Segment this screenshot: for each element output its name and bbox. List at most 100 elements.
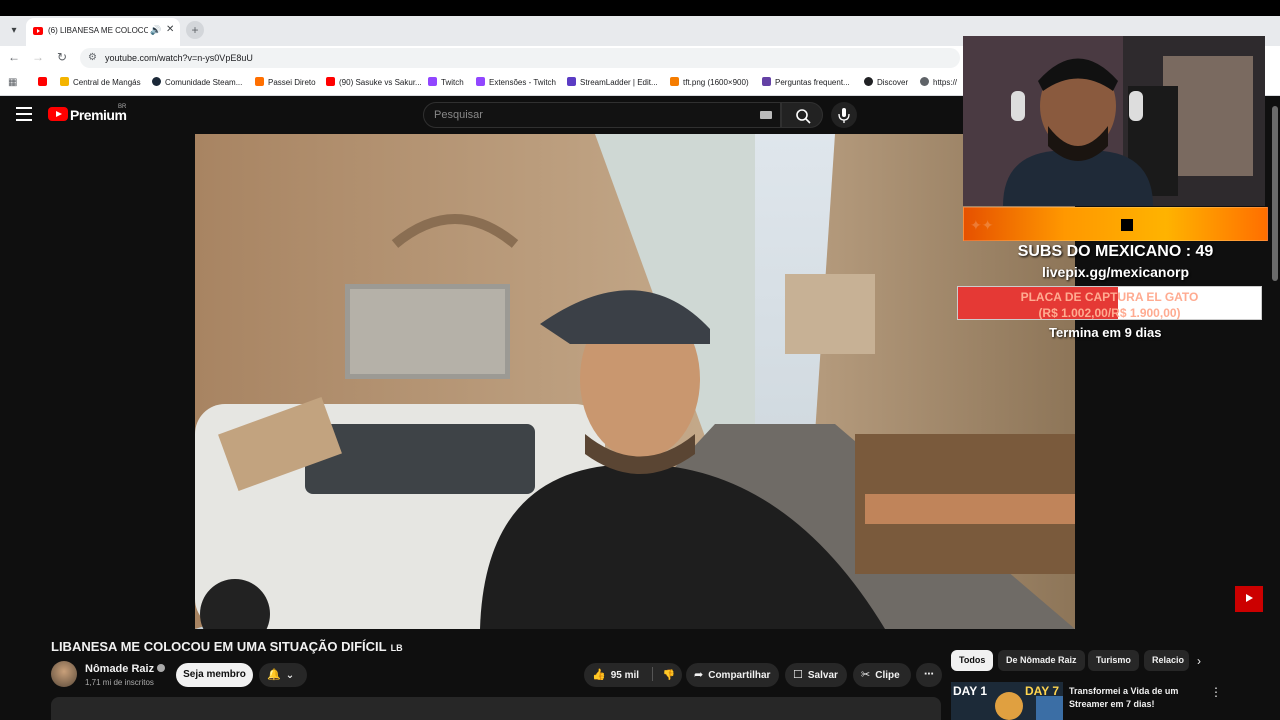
new-tab-button[interactable]: +: [186, 21, 204, 39]
video-frame-image: [195, 134, 1075, 629]
recommendation-thumbnail[interactable]: DAY 1 DAY 7: [951, 682, 1063, 720]
more-horizontal-icon: ⋯: [924, 669, 934, 680]
chip-turismo[interactable]: Turismo: [1088, 650, 1139, 671]
bookmark-label: StreamLadder | Edit...: [580, 78, 658, 87]
bookmark-item[interactable]: Central de Mangás: [60, 77, 141, 87]
search-placeholder: Pesquisar: [434, 109, 483, 121]
twitch-icon: [428, 77, 437, 86]
bookmark-label: tft.png (1600×900): [683, 78, 749, 87]
bookmark-label: Perguntas frequent...: [775, 78, 850, 87]
passei-direto-icon: [255, 77, 264, 86]
clip-button[interactable]: ✂ Clipe: [853, 663, 911, 687]
save-label: Salvar: [807, 670, 838, 681]
discover-icon: [864, 77, 873, 86]
search-input[interactable]: Pesquisar: [423, 102, 781, 128]
twitch-icon: [762, 77, 771, 86]
youtube-favicon-icon: [33, 27, 43, 35]
thumbs-down-icon[interactable]: 👎: [663, 670, 675, 681]
save-button[interactable]: ☐ Salvar: [785, 663, 847, 687]
channel-avatar[interactable]: [51, 661, 77, 687]
subs-counter: SUBS DO MEXICANO : 49: [1017, 243, 1214, 260]
bookmark-label: Twitch: [441, 78, 464, 87]
like-dislike-group: 👍 95 mil 👎: [584, 663, 682, 687]
image-file-icon: [670, 77, 679, 86]
thumbs-up-icon[interactable]: 👍: [592, 663, 606, 687]
menu-icon[interactable]: [16, 107, 32, 121]
twitch-icon: [476, 77, 485, 86]
chip-channel[interactable]: De Nômade Raiz: [998, 650, 1085, 671]
bell-icon: 🔔: [267, 669, 281, 681]
youtube-icon: [326, 77, 335, 86]
forward-arrow-icon[interactable]: →: [30, 50, 46, 64]
omnibox[interactable]: ⚙ youtube.com/watch?v=n-ys0VpE8uU: [80, 48, 960, 68]
bookmark-item[interactable]: Passei Direto: [255, 77, 316, 87]
chip-relacionados[interactable]: Relacio: [1144, 650, 1189, 671]
channel-name-text[interactable]: Nômade Raiz: [85, 663, 154, 675]
bookmark-item[interactable]: Twitch: [428, 77, 464, 87]
tab-title: (6) LIBANESA ME COLOCOU EM UMA SITUAÇÃO …: [48, 26, 148, 35]
browser-tab[interactable]: (6) LIBANESA ME COLOCOU EM UMA SITUAÇÃO …: [26, 18, 180, 46]
join-button[interactable]: Seja membro: [176, 663, 253, 687]
region-label: BR: [118, 104, 127, 110]
bookmark-item[interactable]: Perguntas frequent...: [762, 77, 850, 87]
stream-alert-banner: ✦✦: [963, 207, 1268, 241]
microphone-icon: [838, 108, 850, 123]
bookmark-item[interactable]: (90) Sasuke vs Sakur...: [326, 77, 422, 87]
bookmark-label: Passei Direto: [268, 78, 316, 87]
bookmark-item[interactable]: Extensões - Twitch: [476, 77, 556, 87]
divider: [651, 667, 653, 681]
chip-todos[interactable]: Todos: [951, 650, 994, 671]
like-count[interactable]: 95 mil: [611, 670, 639, 681]
reload-icon[interactable]: ↻: [54, 50, 70, 64]
clip-label: Clipe: [875, 670, 900, 681]
url-text[interactable]: youtube.com/watch?v=n-ys0VpE8uU: [105, 53, 253, 63]
voice-search-button[interactable]: [831, 102, 857, 128]
search-button[interactable]: [781, 102, 823, 128]
notifications-button[interactable]: 🔔 ⌄: [259, 663, 307, 687]
thumbnail-text-left: DAY 1: [953, 684, 988, 698]
keyboard-icon[interactable]: [760, 111, 772, 119]
site-settings-icon[interactable]: ⚙: [88, 52, 97, 63]
description-box[interactable]: [51, 697, 941, 720]
bookmark-label: Comunidade Steam...: [165, 78, 243, 87]
speaker-icon[interactable]: 🔊: [150, 25, 161, 36]
donation-goal-bar: PLACA DE CAPTURA EL GATO (R$ 1.002,00/R$…: [957, 286, 1262, 320]
back-arrow-icon[interactable]: ←: [6, 50, 22, 64]
chevron-right-icon[interactable]: ›: [1197, 654, 1201, 668]
share-button[interactable]: ➦ Compartilhar: [686, 663, 779, 687]
banner-decoration: ✦✦: [970, 217, 994, 233]
flag-label: LB: [390, 643, 403, 653]
video-title-text: LIBANESA ME COLOCOU EM UMA SITUAÇÃO DIFÍ…: [51, 639, 387, 654]
video-player[interactable]: [195, 134, 1075, 629]
youtube-logo-icon[interactable]: [48, 107, 68, 121]
channel-name[interactable]: Nômade Raiz: [85, 663, 166, 675]
banner-square-icon: [1121, 219, 1133, 231]
share-label: Compartilhar: [708, 670, 771, 681]
bookmark-item[interactable]: Discover: [864, 77, 908, 87]
bookmark-youtube[interactable]: [38, 77, 51, 87]
youtube-play-icon[interactable]: [1235, 586, 1263, 612]
livepix-link: livepix.gg/mexicanorp: [1041, 264, 1190, 280]
search-icon: [796, 109, 811, 124]
more-actions-button[interactable]: ⋯: [916, 663, 942, 687]
video-title: LIBANESA ME COLOCOU EM UMA SITUAÇÃO DIFÍ…: [51, 639, 403, 654]
bookmark-icon: ☐: [793, 669, 803, 681]
bookmark-item[interactable]: tft.png (1600×900): [670, 77, 749, 87]
tab-search-chevron-icon[interactable]: ▾: [6, 23, 22, 39]
globe-icon: [920, 77, 929, 86]
os-top-bar: [0, 0, 1280, 16]
thumbnail-text-right: DAY 7: [1025, 684, 1060, 698]
scrollbar-thumb[interactable]: [1272, 106, 1278, 281]
verified-icon: [157, 664, 166, 672]
bookmark-label: Central de Mangás: [73, 78, 141, 87]
recommendation-title[interactable]: Transformei a Vida de um Streamer em 7 d…: [1069, 685, 1199, 711]
bookmark-favicon-icon: [60, 77, 69, 86]
close-tab-icon[interactable]: ✕: [166, 24, 174, 35]
bookmark-label: Discover: [877, 78, 909, 87]
webcam-overlay: [963, 36, 1265, 206]
bookmark-item[interactable]: StreamLadder | Edit...: [567, 77, 658, 87]
bookmark-item[interactable]: Comunidade Steam...: [152, 77, 242, 87]
more-vertical-icon[interactable]: ⋮: [1210, 685, 1222, 699]
bookmark-item[interactable]: https://: [920, 77, 957, 87]
apps-grid-icon[interactable]: ▦: [8, 77, 17, 88]
